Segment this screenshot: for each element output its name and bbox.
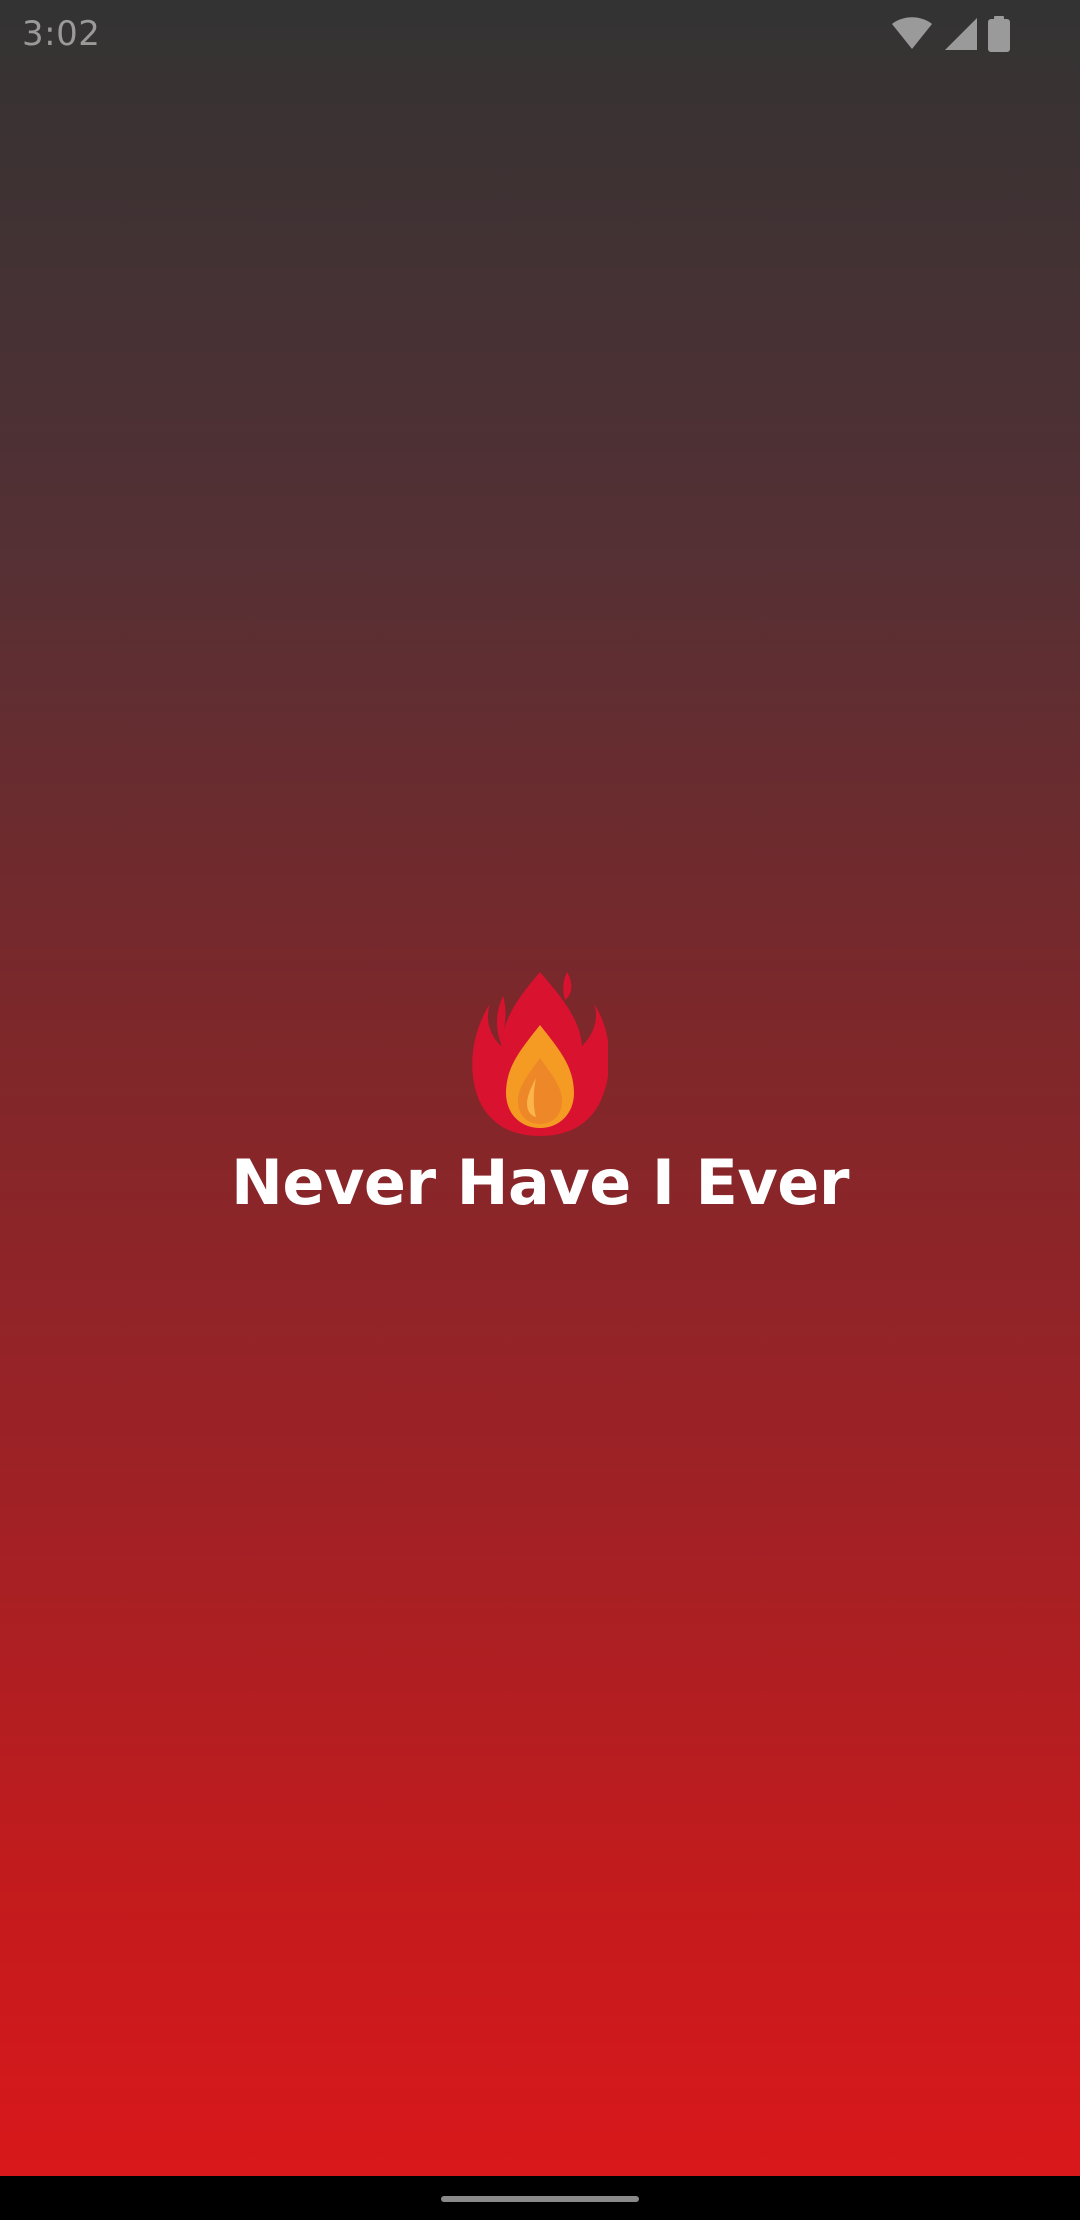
fire-icon xyxy=(472,966,608,1136)
splash-content: Never Have I Ever xyxy=(0,966,1080,1214)
status-bar: 3:02 xyxy=(0,0,1080,68)
home-indicator[interactable] xyxy=(441,2196,639,2202)
battery-icon xyxy=(988,16,1010,52)
app-title: Never Have I Ever xyxy=(231,1146,849,1219)
splash-screen: 3:02 Never Have I Ever xyxy=(0,0,1080,2220)
wifi-icon xyxy=(890,17,934,51)
navigation-bar xyxy=(0,2176,1080,2220)
status-time: 3:02 xyxy=(22,14,101,54)
status-icons xyxy=(890,16,1010,52)
cellular-signal-icon xyxy=(944,17,978,51)
